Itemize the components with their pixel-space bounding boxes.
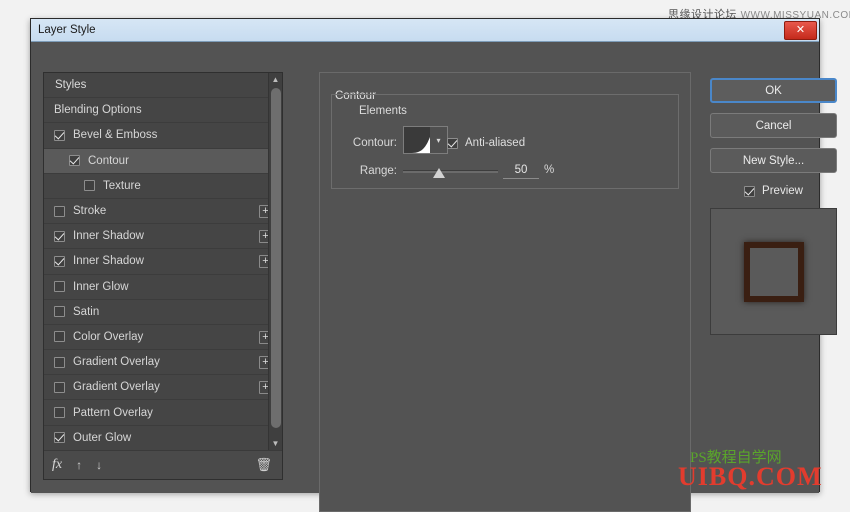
preview-label: Preview: [762, 185, 803, 197]
range-slider-thumb[interactable]: [433, 168, 445, 178]
styles-footer: fx ↑ ↓ 🗑: [44, 450, 282, 479]
style-row-gradient-overlay-2[interactable]: Gradient Overlay +: [44, 375, 282, 401]
checkbox-color-overlay[interactable]: [54, 331, 65, 343]
scrollbar-thumb[interactable]: [271, 88, 281, 428]
checkbox-inner-shadow-1[interactable]: [54, 230, 65, 242]
style-label: Blending Options: [54, 104, 142, 117]
checkbox-contour[interactable]: [69, 155, 80, 167]
checkbox-inner-glow[interactable]: [54, 281, 65, 293]
checkbox-stroke[interactable]: [54, 205, 65, 217]
styles-list[interactable]: Styles Blending Options Bevel & Emboss C…: [44, 73, 282, 450]
checkbox-inner-shadow-2[interactable]: [54, 255, 65, 267]
styles-panel: Styles Blending Options Bevel & Emboss C…: [43, 72, 283, 480]
style-row-contour[interactable]: Contour: [44, 148, 282, 174]
styles-header-label: Styles: [55, 79, 87, 92]
antialiased-checkbox-row[interactable]: Anti-aliased: [447, 137, 525, 149]
layer-style-dialog: Layer Style ✕ Styles Blending Options Be…: [30, 18, 837, 512]
styles-list-header: Styles: [44, 73, 282, 99]
style-row-texture[interactable]: Texture: [44, 174, 282, 199]
style-row-blending-options[interactable]: Blending Options: [44, 98, 282, 124]
style-label: Satin: [73, 305, 100, 318]
style-label: Gradient Overlay: [73, 381, 160, 394]
elements-group-title: Elements: [355, 105, 411, 117]
checkbox-gradient-overlay-1[interactable]: [54, 356, 65, 368]
checkbox-gradient-overlay-2[interactable]: [54, 381, 65, 393]
dialog-body: Styles Blending Options Bevel & Emboss C…: [31, 42, 837, 512]
style-row-inner-shadow-2[interactable]: Inner Shadow +: [44, 249, 282, 275]
contour-field-label: Contour:: [352, 137, 397, 149]
scroll-up-icon[interactable]: ▲: [269, 73, 282, 86]
new-style-button[interactable]: New Style...: [710, 148, 837, 173]
checkbox-preview[interactable]: [744, 185, 756, 197]
watermark-bottom-red: UIBQ.COM: [678, 462, 823, 491]
chevron-down-icon[interactable]: ▾: [430, 126, 448, 154]
style-row-bevel-emboss[interactable]: Bevel & Emboss: [44, 123, 282, 149]
style-label: Bevel & Emboss: [73, 129, 158, 142]
style-row-color-overlay[interactable]: Color Overlay +: [44, 325, 282, 351]
scroll-down-icon[interactable]: ▼: [269, 437, 282, 450]
style-label: Stroke: [73, 205, 107, 218]
style-label: Color Overlay: [73, 330, 144, 343]
range-unit-label: %: [544, 164, 555, 176]
style-label: Inner Glow: [73, 280, 129, 293]
range-value-input[interactable]: 50: [503, 164, 539, 179]
checkbox-bevel-emboss[interactable]: [54, 129, 65, 141]
cancel-button[interactable]: Cancel: [710, 113, 837, 138]
style-row-inner-shadow-1[interactable]: Inner Shadow +: [44, 224, 282, 250]
range-slider-track[interactable]: [403, 170, 498, 173]
move-up-icon[interactable]: ↑: [76, 458, 82, 472]
range-field-label: Range:: [359, 165, 397, 177]
style-row-stroke[interactable]: Stroke +: [44, 199, 282, 225]
checkbox-pattern-overlay[interactable]: [54, 407, 65, 419]
style-label: Pattern Overlay: [73, 406, 153, 419]
style-label: Contour: [88, 154, 129, 167]
preview-shape: [743, 241, 804, 302]
style-label: Outer Glow: [73, 431, 132, 444]
style-row-inner-glow[interactable]: Inner Glow: [44, 275, 282, 300]
ok-button[interactable]: OK: [710, 78, 837, 103]
move-down-icon[interactable]: ↓: [96, 458, 102, 472]
checkbox-texture[interactable]: [84, 180, 95, 192]
style-row-gradient-overlay-1[interactable]: Gradient Overlay +: [44, 350, 282, 376]
dialog-title: Layer Style: [38, 24, 96, 36]
fx-icon[interactable]: fx: [52, 457, 62, 473]
style-label: Inner Shadow: [73, 255, 144, 268]
style-row-outer-glow[interactable]: Outer Glow: [44, 426, 282, 450]
trash-icon[interactable]: 🗑: [255, 457, 272, 473]
style-label: Texture: [103, 179, 141, 192]
styles-scrollbar[interactable]: ▲ ▼: [268, 73, 282, 450]
style-label: Inner Shadow: [73, 230, 144, 243]
preview-thumbnail: [710, 208, 837, 335]
close-icon[interactable]: ✕: [784, 21, 817, 40]
style-row-satin[interactable]: Satin: [44, 300, 282, 325]
preview-checkbox-row[interactable]: Preview: [710, 181, 837, 201]
dialog-titlebar[interactable]: Layer Style ✕: [31, 19, 819, 42]
antialiased-label: Anti-aliased: [465, 137, 526, 149]
style-label: Gradient Overlay: [73, 356, 160, 369]
checkbox-antialiased[interactable]: [447, 137, 458, 149]
checkbox-outer-glow[interactable]: [54, 432, 65, 444]
style-row-pattern-overlay[interactable]: Pattern Overlay: [44, 400, 282, 426]
checkbox-satin[interactable]: [54, 306, 65, 318]
